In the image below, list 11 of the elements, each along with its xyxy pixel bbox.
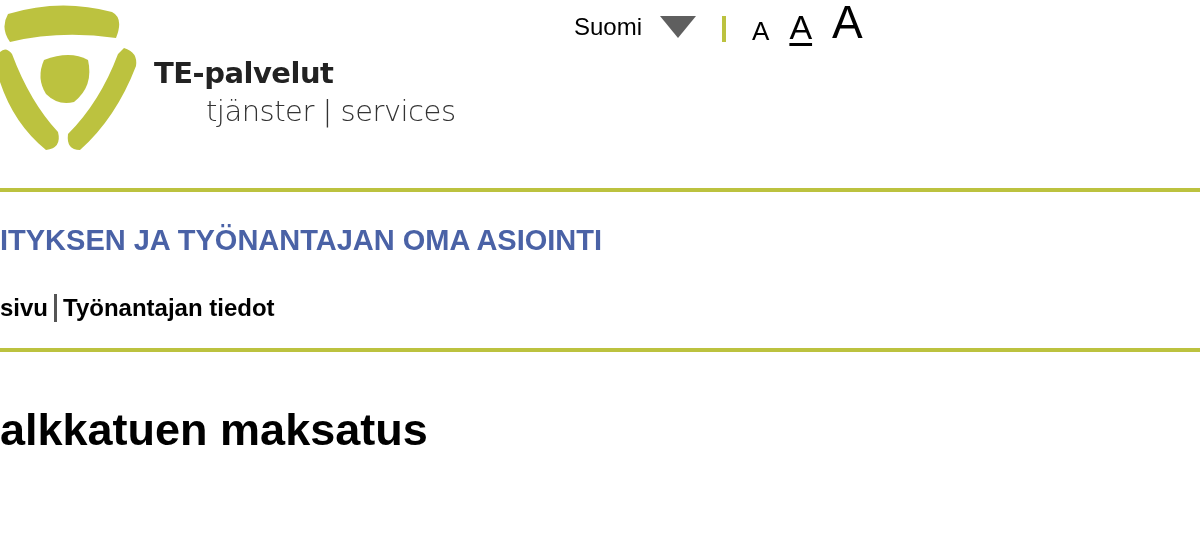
logo-tagline: tjänster | services — [206, 94, 456, 128]
breadcrumb-link[interactable]: Työnantajan tiedot — [63, 294, 275, 322]
language-select[interactable]: Suomi — [574, 13, 643, 41]
page-title: alkkatuen maksatus — [0, 404, 429, 456]
font-size-button[interactable]: A — [832, 0, 863, 45]
font-size-button[interactable]: A — [752, 18, 770, 44]
font-size-button[interactable]: A — [789, 10, 813, 44]
logo-name: TE-palvelut — [154, 56, 335, 90]
breadcrumb-link[interactable]: sivu — [0, 294, 49, 322]
dropdown-arrow-icon[interactable] — [660, 16, 697, 38]
service-title: ITYKSEN JA TYÖNANTAJAN OMA ASIOINTI — [0, 224, 604, 258]
